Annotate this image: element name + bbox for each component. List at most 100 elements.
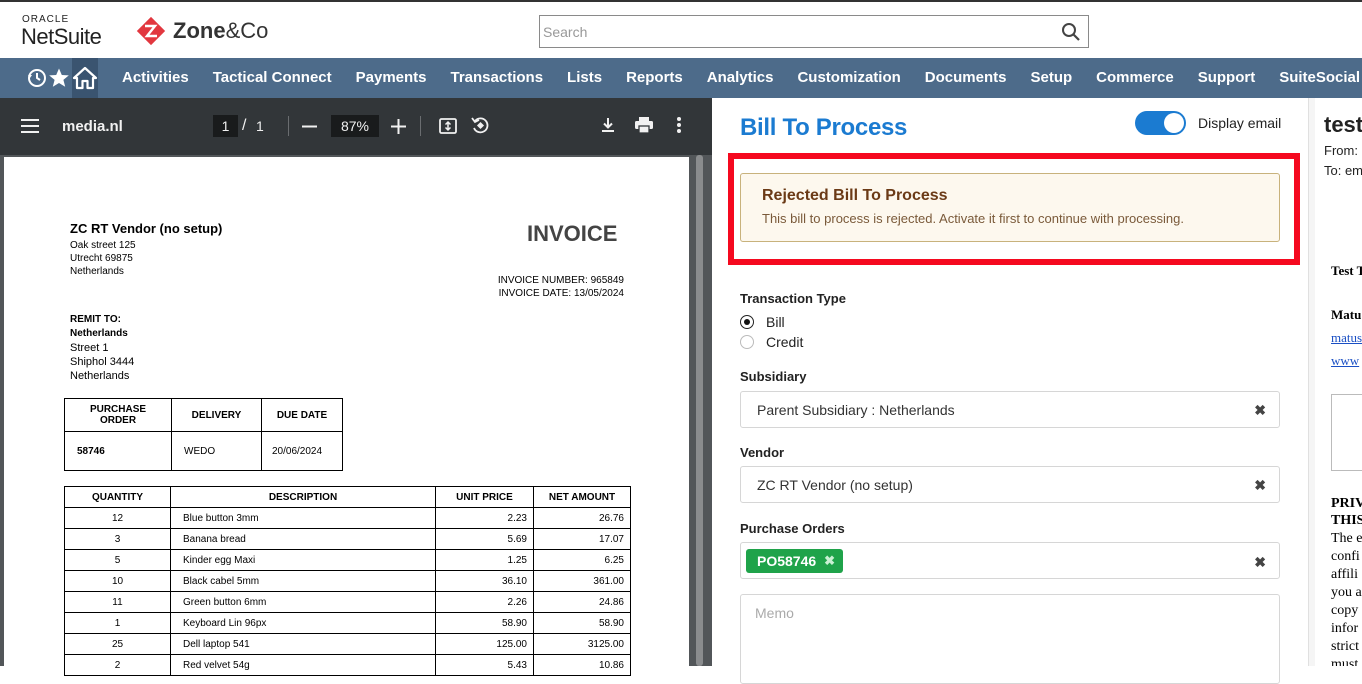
line-quantity: 2	[64, 654, 171, 676]
zone-brand-bold: Zone	[173, 18, 226, 43]
page-total: 1	[256, 118, 264, 134]
email-priv-1: PRIV	[1331, 496, 1362, 511]
pdf-viewer[interactable]: ZC RT Vendor (no setup) Oak street 125 U…	[0, 155, 712, 677]
purchase-order-table: PURCHASE ORDER DELIVERY DUE DATE 58746 W…	[64, 398, 343, 471]
email-body-8: must	[1331, 657, 1359, 666]
nav-item-reports[interactable]: Reports	[614, 58, 695, 98]
description-header: DESCRIPTION	[170, 486, 436, 508]
favorites-star-icon[interactable]	[48, 58, 70, 98]
email-to: To: em	[1324, 163, 1362, 178]
email-subject: test	[1324, 112, 1362, 137]
po-header: PURCHASE ORDER	[64, 398, 172, 432]
vendor-address-3: Netherlands	[70, 266, 124, 277]
email-body-3: affili	[1331, 567, 1358, 582]
fit-page-icon[interactable]	[438, 116, 458, 136]
line-quantity: 12	[64, 507, 171, 529]
line-quantity: 10	[64, 570, 171, 592]
invoice-line-row: 10 Black cabel 5mm 36.10 361.00	[64, 570, 631, 592]
nav-item-activities[interactable]: Activities	[110, 58, 201, 98]
clear-vendor-icon[interactable]: ✖	[1254, 477, 1266, 494]
clear-purchase-orders-icon[interactable]: ✖	[1254, 554, 1266, 571]
zone-logo-icon	[136, 16, 166, 46]
line-unit-price: 1.25	[435, 549, 534, 571]
download-icon[interactable]	[599, 116, 617, 134]
radio-bill[interactable]: Bill	[740, 314, 785, 330]
remit-address-3: Netherlands	[70, 370, 130, 382]
zone-brand-rest: &Co	[225, 18, 269, 43]
email-link-1[interactable]: matus	[1331, 330, 1362, 346]
alert-title: Rejected Bill To Process	[762, 187, 948, 204]
purchase-order-tag-label: PO58746	[757, 553, 817, 569]
email-body-6: infor	[1331, 621, 1359, 636]
menu-icon[interactable]	[21, 118, 39, 134]
print-icon[interactable]	[634, 116, 654, 134]
quantity-header: QUANTITY	[64, 486, 171, 508]
memo-field[interactable]	[740, 594, 1280, 684]
recent-records-icon[interactable]	[26, 58, 48, 98]
nav-item-analytics[interactable]: Analytics	[695, 58, 786, 98]
vendor-select[interactable]: ZC RT Vendor (no setup) ✖	[740, 466, 1280, 503]
display-email-toggle[interactable]	[1135, 111, 1186, 135]
invoice-line-row: 3 Banana bread 5.69 17.07	[64, 528, 631, 550]
remove-tag-icon[interactable]: ✖	[824, 553, 835, 569]
unit-price-header: UNIT PRICE	[435, 486, 534, 508]
nav-item-payments[interactable]: Payments	[344, 58, 439, 98]
nav-item-customization[interactable]: Customization	[785, 58, 912, 98]
line-description: Dell laptop 541	[170, 633, 436, 655]
radio-credit-dot[interactable]	[740, 335, 754, 349]
email-body-4: you a	[1331, 585, 1362, 600]
pdf-scrollbar[interactable]	[696, 155, 703, 666]
line-description: Keyboard Lin 96px	[170, 612, 436, 634]
home-icon[interactable]	[72, 58, 98, 98]
bill-to-process-panel: Bill To Process Display email Rejected B…	[712, 98, 1308, 684]
email-from: From:	[1324, 143, 1358, 158]
toolbar-divider-2	[420, 116, 421, 136]
remit-address-1: Street 1	[70, 342, 109, 354]
delivery-cell: WEDO	[171, 431, 262, 471]
display-email-label: Display email	[1198, 115, 1282, 131]
email-preview-panel: test From: To: em Test T Matu matus www …	[1308, 98, 1362, 666]
clear-subsidiary-icon[interactable]: ✖	[1254, 402, 1266, 419]
nav-item-tactical-connect[interactable]: Tactical Connect	[201, 58, 344, 98]
email-broken-image	[1331, 394, 1362, 471]
nav-item-support[interactable]: Support	[1186, 58, 1268, 98]
nav-item-transactions[interactable]: Transactions	[439, 58, 556, 98]
invoice-line-row: 12 Blue button 3mm 2.23 26.76	[64, 507, 631, 529]
zoom-in-icon[interactable]	[391, 119, 406, 134]
purchase-orders-select[interactable]: PO58746 ✖ ✖	[740, 542, 1280, 579]
radio-credit[interactable]: Credit	[740, 334, 803, 350]
nav-item-suitesocial[interactable]: SuiteSocial	[1267, 58, 1362, 98]
netsuite-logo[interactable]: NetSuite	[21, 24, 102, 50]
line-unit-price: 5.69	[435, 528, 534, 550]
zoom-level-input[interactable]: 87%	[331, 115, 379, 137]
search-input[interactable]	[543, 21, 1043, 43]
line-net-amount: 361.00	[533, 570, 631, 592]
page-number-input[interactable]: 1	[213, 115, 238, 137]
top-header: ORACLE NetSuite Zone&Co	[0, 0, 1362, 58]
invoice-date: INVOICE DATE: 13/05/2024	[498, 288, 624, 299]
rotate-icon[interactable]	[470, 115, 490, 135]
invoice-line-row: 2 Red velvet 54g 5.43 10.86	[64, 654, 631, 676]
net-amount-header: NET AMOUNT	[533, 486, 631, 508]
global-search[interactable]	[539, 15, 1089, 48]
invoice-lines-table: QUANTITY DESCRIPTION UNIT PRICE NET AMOU…	[64, 486, 631, 676]
purchase-order-tag[interactable]: PO58746 ✖	[746, 549, 844, 573]
memo-input[interactable]	[755, 605, 1265, 665]
po-number-cell: 58746	[64, 431, 172, 471]
line-description: Green button 6mm	[170, 591, 436, 613]
more-options-icon[interactable]	[676, 116, 682, 134]
search-icon[interactable]	[1061, 22, 1081, 42]
radio-credit-label: Credit	[766, 334, 804, 350]
remit-name: Netherlands	[70, 328, 128, 339]
nav-item-setup[interactable]: Setup	[1018, 58, 1084, 98]
nav-item-documents[interactable]: Documents	[913, 58, 1019, 98]
line-unit-price: 2.26	[435, 591, 534, 613]
zoom-out-icon[interactable]	[302, 119, 317, 134]
nav-item-lists[interactable]: Lists	[555, 58, 614, 98]
subsidiary-select[interactable]: Parent Subsidiary : Netherlands ✖	[740, 391, 1280, 428]
radio-bill-dot[interactable]	[740, 315, 754, 329]
email-link-2[interactable]: www	[1331, 353, 1359, 369]
due-date-cell: 20/06/2024	[261, 431, 343, 471]
line-unit-price: 5.43	[435, 654, 534, 676]
nav-item-commerce[interactable]: Commerce	[1084, 58, 1186, 98]
